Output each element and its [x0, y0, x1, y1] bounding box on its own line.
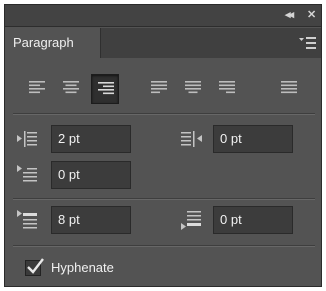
justify-last-center-button[interactable]	[179, 74, 207, 104]
right-indent-icon	[181, 129, 203, 149]
justify-last-right-button[interactable]	[213, 74, 241, 104]
divider	[13, 113, 315, 115]
first-line-indent-input[interactable]: 0 pt	[51, 161, 131, 189]
justify-last-right-icon	[219, 81, 235, 94]
justify-last-left-button[interactable]	[145, 74, 173, 104]
left-indent-input[interactable]: 2 pt	[51, 125, 131, 153]
space-before-input[interactable]: 8 pt	[51, 206, 131, 234]
align-center-button[interactable]	[57, 74, 85, 104]
paragraph-panel: ◂◂ ✕ Paragraph 2 pt 0 pt 0 pt 8 pt 0 pt …	[4, 4, 322, 287]
panel-title-bar: ◂◂ ✕	[5, 5, 321, 27]
justify-all-button[interactable]	[275, 74, 303, 104]
collapse-icon[interactable]: ◂◂	[285, 8, 294, 22]
space-before-icon	[17, 210, 39, 230]
align-right-icon	[98, 82, 114, 95]
align-right-button[interactable]	[91, 74, 119, 104]
panel-tab-row: Paragraph	[5, 28, 321, 58]
panel-menu-icon[interactable]	[299, 36, 317, 50]
tab-paragraph[interactable]: Paragraph	[5, 28, 101, 58]
divider	[13, 198, 315, 200]
hyphenate-label: Hyphenate	[51, 260, 114, 275]
space-after-icon	[181, 210, 203, 230]
align-center-icon	[63, 81, 79, 94]
justify-last-left-icon	[151, 81, 167, 94]
divider	[13, 245, 315, 247]
align-left-icon	[29, 81, 45, 94]
right-indent-input[interactable]: 0 pt	[213, 125, 293, 153]
first-line-indent-icon	[17, 165, 39, 185]
justify-all-icon	[281, 81, 297, 94]
checkmark-icon	[27, 258, 44, 274]
justify-last-center-icon	[185, 81, 201, 94]
space-after-input[interactable]: 0 pt	[213, 206, 293, 234]
hyphenate-checkbox[interactable]	[25, 258, 44, 276]
align-left-button[interactable]	[23, 74, 51, 104]
close-icon[interactable]: ✕	[307, 8, 316, 22]
left-indent-icon	[17, 129, 39, 149]
